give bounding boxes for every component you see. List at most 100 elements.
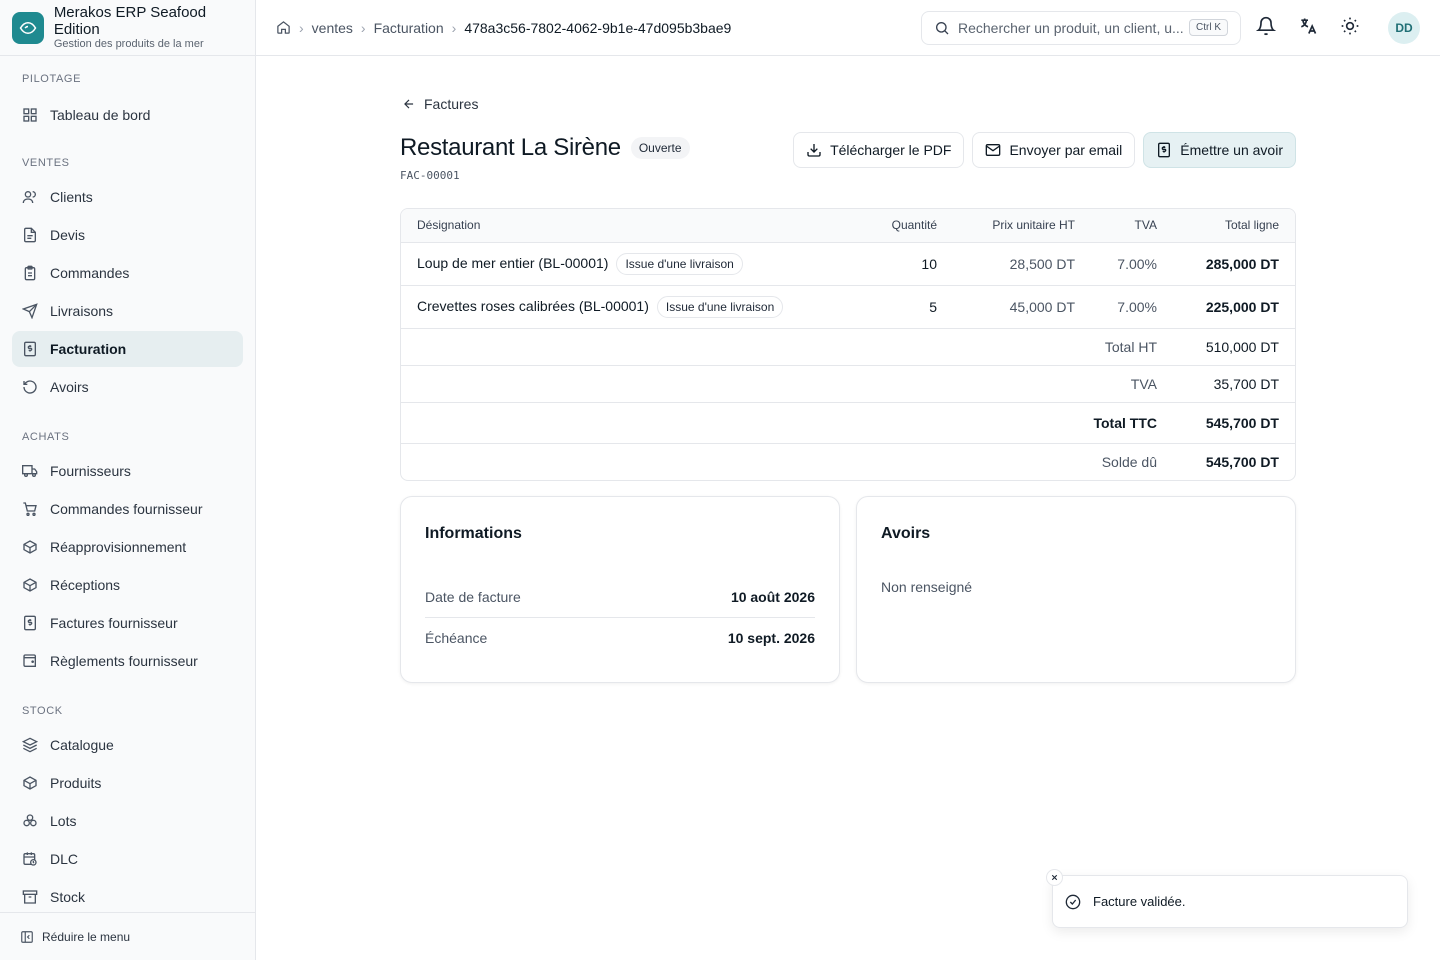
sidebar-item-tableau-de-bord[interactable]: Tableau de bord: [12, 97, 243, 133]
calendar-clock-icon: [23, 852, 37, 866]
column-header-designation: Désignation: [401, 209, 837, 243]
total-ht-value: 510,000 DT: [1157, 328, 1295, 366]
total-vat-value: 35,700 DT: [1157, 365, 1295, 403]
panel-left-close-icon: [21, 930, 33, 943]
title-row: Restaurant La Sirène Ouverte: [400, 134, 690, 162]
send-email-button[interactable]: Envoyer par email: [972, 132, 1136, 168]
collapse-menu-label: Réduire le menu: [42, 929, 131, 944]
page-title: Restaurant La Sirène: [400, 134, 621, 161]
back-link[interactable]: Factures: [402, 96, 478, 112]
check-circle-icon: [1065, 894, 1081, 909]
action-buttons: Télécharger le PDF Envoyer par email Éme…: [793, 132, 1296, 168]
sidebar-item-commandes[interactable]: Commandes: [12, 255, 243, 291]
invoice-date-label: Date de facture: [425, 589, 521, 605]
sidebar-item-label: Catalogue: [50, 737, 114, 753]
sidebar-item-lots[interactable]: Lots: [12, 803, 243, 839]
delivery-source-tag: Issue d'une livraison: [616, 252, 743, 275]
nav-section-stock: STOCK: [22, 705, 63, 717]
topbar: › ventes › Facturation › 478a3c56-7802-4…: [256, 0, 1440, 56]
invoice-icon: [1158, 142, 1171, 158]
box-icon: [23, 776, 37, 790]
sidebar-item-label: Clients: [50, 189, 93, 205]
total-vat-label: TVA: [1075, 365, 1157, 403]
translate-icon[interactable]: [1298, 16, 1318, 36]
due-date-label: Échéance: [425, 630, 488, 646]
sidebar-item-clients[interactable]: Clients: [12, 179, 243, 215]
sidebar-item-stock[interactable]: Stock: [12, 879, 243, 915]
back-link-label: Factures: [424, 96, 479, 112]
toast-notification: Facture validée.: [1046, 869, 1408, 928]
chevron-right-icon: ›: [451, 19, 457, 36]
bell-icon[interactable]: [1256, 16, 1276, 36]
total-ttc-row: Total TTC 545,700 DT: [401, 402, 1295, 444]
sidebar-item-factures-fournisseur[interactable]: Factures fournisseur: [12, 605, 243, 641]
delivery-source-tag: Issue d'une livraison: [656, 295, 784, 318]
sidebar-item-label: Avoirs: [50, 379, 89, 395]
send-email-label: Envoyer par email: [1009, 142, 1123, 158]
nav-section-ventes: VENTES: [22, 157, 70, 169]
sidebar: Merakos ERP Seafood Edition Gestion des …: [0, 0, 256, 960]
due-date-value: 10 sept. 2026: [727, 630, 815, 646]
balance-due-row: Solde dû 545,700 DT: [401, 443, 1295, 480]
breadcrumb-facturation[interactable]: Facturation: [374, 20, 444, 36]
download-pdf-label: Télécharger le PDF: [830, 142, 952, 158]
sidebar-item-avoirs[interactable]: Avoirs: [12, 369, 243, 405]
sidebar-item-commandes-fournisseur[interactable]: Commandes fournisseur: [12, 491, 243, 527]
sidebar-nav: PILOTAGE Tableau de bord VENTES Clients …: [0, 56, 255, 915]
table-header-row: Désignation Quantité Prix unitaire HT TV…: [401, 209, 1295, 243]
sidebar-item-livraisons[interactable]: Livraisons: [12, 293, 243, 329]
sidebar-item-dlc[interactable]: DLC: [12, 841, 243, 877]
invoice-date-row: Date de facture 10 août 2026: [425, 589, 815, 605]
layers-icon: [22, 737, 38, 753]
sidebar-item-fournisseurs[interactable]: Fournisseurs: [12, 453, 243, 489]
total-ttc-label: Total TTC: [1075, 402, 1157, 444]
sidebar-item-label: Commandes: [50, 265, 130, 281]
line-quantity: 5: [837, 285, 937, 329]
sidebar-item-reapprovisionnement[interactable]: Réapprovisionnement: [12, 529, 243, 565]
sidebar-item-receptions[interactable]: Réceptions: [12, 567, 243, 603]
issue-credit-note-button[interactable]: Émettre un avoir: [1143, 132, 1296, 168]
sidebar-item-produits[interactable]: Produits: [12, 765, 243, 801]
due-date-row: Échéance 10 sept. 2026: [425, 630, 815, 646]
line-quantity: 10: [837, 242, 937, 286]
column-header-tva: TVA: [1075, 209, 1157, 243]
sidebar-item-facturation[interactable]: Facturation: [12, 331, 243, 367]
wallet-icon: [23, 654, 36, 667]
sidebar-item-label: Devis: [50, 227, 86, 243]
avatar[interactable]: DD: [1388, 12, 1420, 44]
sidebar-item-label: Lots: [50, 813, 77, 829]
line-vat: 7.00%: [1075, 285, 1157, 329]
file-text-icon: [24, 227, 36, 243]
toast-close-button[interactable]: [1046, 869, 1063, 886]
issue-credit-note-label: Émettre un avoir: [1180, 142, 1283, 158]
breadcrumb: › ventes › Facturation › 478a3c56-7802-4…: [256, 20, 731, 36]
brand[interactable]: Merakos ERP Seafood Edition Gestion des …: [0, 0, 255, 56]
sidebar-item-label: DLC: [50, 851, 79, 867]
users-icon: [22, 191, 36, 204]
sidebar-item-catalogue[interactable]: Catalogue: [12, 727, 243, 763]
line-designation: Loup de mer entier (BL-00001): [417, 254, 609, 271]
sidebar-item-devis[interactable]: Devis: [12, 217, 243, 253]
line-total: 285,000 DT: [1157, 242, 1295, 286]
sidebar-item-label: Commandes fournisseur: [50, 501, 203, 517]
download-pdf-button[interactable]: Télécharger le PDF: [793, 132, 965, 168]
brand-logo-icon: [12, 11, 44, 44]
search-shortcut-badge: Ctrl K: [1189, 19, 1228, 36]
sun-icon[interactable]: [1340, 16, 1360, 36]
receipt-icon: [24, 615, 36, 631]
nav-section-pilotage: PILOTAGE: [22, 73, 81, 85]
archive-icon: [22, 890, 38, 904]
send-icon: [22, 303, 38, 319]
toast-message: Facture validée.: [1093, 894, 1186, 909]
collapse-menu-button[interactable]: Réduire le menu: [0, 912, 255, 960]
breadcrumb-ventes[interactable]: ventes: [312, 20, 353, 36]
search-box[interactable]: Ctrl K: [921, 11, 1241, 45]
column-header-total-ligne: Total ligne: [1157, 209, 1295, 243]
truck-icon: [22, 465, 38, 477]
breadcrumb-current: 478a3c56-7802-4062-9b1e-47d095b3bae9: [464, 19, 732, 36]
sidebar-item-reglements-fournisseur[interactable]: Règlements fournisseur: [12, 643, 243, 679]
home-icon[interactable]: [276, 20, 291, 35]
search-input[interactable]: [958, 20, 1188, 36]
line-total: 225,000 DT: [1157, 285, 1295, 329]
balance-due-value: 545,700 DT: [1205, 453, 1279, 470]
